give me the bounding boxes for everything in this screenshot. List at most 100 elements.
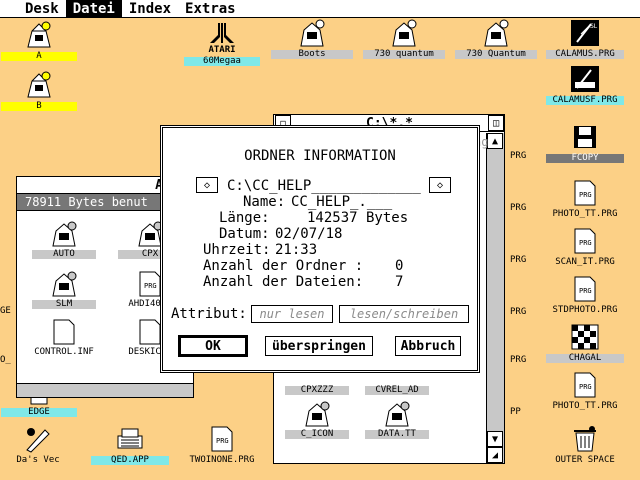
partial-label: PRG <box>510 355 527 365</box>
atari-logo-text: ATARI <box>208 45 236 55</box>
drive-b-label: B <box>1 102 77 111</box>
cancel-button[interactable]: Abbruch <box>395 336 461 356</box>
attr-readwrite-option[interactable]: lesen/schreiben <box>339 305 469 323</box>
qed-app-icon[interactable]: QED.APP <box>90 424 170 465</box>
floppy-drive-icon <box>22 20 56 50</box>
checkered-icon <box>568 322 602 352</box>
drive-c-icon[interactable]: Boots <box>270 18 354 59</box>
file-label: C_ICON <box>285 430 349 439</box>
file-item[interactable]: C_ICON <box>282 399 352 439</box>
files-label: Anzahl der Dateien: <box>203 274 364 290</box>
size-label: Länge: <box>219 210 270 226</box>
time-value: 21:33 <box>275 242 318 258</box>
ok-button[interactable]: OK <box>178 335 248 357</box>
svg-text:PRG: PRG <box>579 191 592 199</box>
arrow-right-icon[interactable]: ◇ <box>429 177 451 193</box>
partial-label: PRG <box>510 203 527 213</box>
pen-tool-icon <box>21 424 55 454</box>
scroll-up-icon[interactable]: ▲ <box>487 133 503 149</box>
arrow-left-icon[interactable]: ◇ <box>196 177 218 193</box>
stdphoto-icon[interactable]: PRG STDPHOTO.PRG <box>545 274 625 315</box>
scroll-down-icon[interactable]: ▼ <box>487 431 503 447</box>
file-item[interactable]: CPXZZZ <box>282 377 352 395</box>
typewriter-icon <box>113 424 147 454</box>
fcopy-icon[interactable]: FCOPY <box>545 122 625 163</box>
folder-icon <box>300 399 334 429</box>
program-file-icon: PRG <box>568 178 602 208</box>
svg-text:PRG: PRG <box>579 383 592 391</box>
das-vec-label: Da's Vec <box>16 455 60 465</box>
calamusf-label: CALAMUSF.PRG <box>546 96 624 105</box>
scan-it-label: SCAN_IT.PRG <box>555 257 615 267</box>
drive-a-hscrollbar[interactable] <box>17 383 193 397</box>
atari-disk-label: 60Megaa <box>184 57 260 66</box>
drive-c-label: Boots <box>271 50 353 59</box>
calamus-label: CALAMUS.PRG <box>546 50 624 59</box>
menu-index[interactable]: Index <box>122 0 178 18</box>
outer-space-label: OUTER SPACE <box>546 456 624 465</box>
partial-label: PRG <box>510 151 527 161</box>
folder-icon <box>300 377 334 385</box>
file-item[interactable]: CONTROL.INF <box>29 317 99 357</box>
calamusf-program-icon[interactable]: CALAMUSF.PRG <box>545 64 625 105</box>
twoinone-icon[interactable]: PRG TWOINONE.PRG <box>180 424 264 465</box>
chagal-icon[interactable]: CHAGAL <box>545 322 625 363</box>
file-label: CONTROL.INF <box>34 347 94 357</box>
drive-d-icon[interactable]: 730 quantum <box>362 18 446 59</box>
skip-button[interactable]: überspringen <box>265 336 373 356</box>
menu-bar: Desk Datei Index Extras <box>0 0 640 18</box>
menu-desk[interactable]: Desk <box>18 0 66 18</box>
folder-item[interactable]: AUTO <box>29 219 99 259</box>
file-item[interactable]: CVREL_AD <box>362 377 432 395</box>
attr-readonly-option[interactable]: nur lesen <box>251 305 333 323</box>
calamus-program-icon[interactable]: SL CALAMUS.PRG <box>545 18 625 59</box>
drive-e-label: 730 Quantum <box>455 50 537 59</box>
file-label: CVREL_AD <box>365 386 429 395</box>
drive-c-vscrollbar[interactable]: ▲ ▼ ◢ <box>486 133 504 463</box>
photo-tt2-label: PHOTO_TT.PRG <box>552 401 618 411</box>
program-file-icon: PRG <box>568 370 602 400</box>
path-field[interactable]: C:\CC_HELP_____________ <box>227 178 421 194</box>
floppy-drive-icon <box>22 70 56 100</box>
hard-drive-icon <box>479 18 513 48</box>
stdphoto-label: STDPHOTO.PRG <box>552 305 618 315</box>
drive-a-label: A <box>1 52 77 61</box>
atari-disk-icon[interactable]: ATARI 60Megaa <box>182 20 262 66</box>
folder-label: SLM <box>32 300 96 309</box>
date-value: 02/07/18 <box>275 226 343 242</box>
edge-label: EDGE <box>1 408 77 417</box>
outer-space-icon[interactable]: OUTER SPACE <box>545 424 625 465</box>
partial-label: PRG <box>510 255 527 265</box>
partial-label-o: O_ <box>0 355 11 365</box>
file-label: CPXZZZ <box>285 386 349 395</box>
partial-label: PRG <box>510 307 527 317</box>
fuller-box-icon[interactable]: ◫ <box>488 115 504 131</box>
name-field[interactable]: CC_HELP_.___ <box>291 194 392 210</box>
photo-tt2-icon[interactable]: PRG PHOTO_TT.PRG <box>545 370 625 411</box>
drive-e-icon[interactable]: 730 Quantum <box>454 18 538 59</box>
folder-icon <box>47 269 81 299</box>
quill-icon: SL <box>568 18 602 48</box>
chagal-label: CHAGAL <box>546 354 624 363</box>
photo-tt-icon[interactable]: PRG PHOTO_TT.PRG <box>545 178 625 219</box>
partial-label-ge: GE <box>0 306 11 316</box>
date-label: Datum: <box>219 226 270 242</box>
files-value: 7 <box>395 274 404 290</box>
folder-icon <box>380 377 414 385</box>
fcopy-label: FCOPY <box>546 154 624 163</box>
resize-box-icon[interactable]: ◢ <box>487 447 503 463</box>
scan-it-icon[interactable]: PRG SCAN_IT.PRG <box>545 226 625 267</box>
file-item[interactable]: DATA.TT <box>362 399 432 439</box>
menu-datei[interactable]: Datei <box>65 0 122 18</box>
das-vec-icon[interactable]: Da's Vec <box>2 424 74 465</box>
svg-text:PRG: PRG <box>579 287 592 295</box>
drive-a-icon[interactable]: A <box>0 20 78 61</box>
floppy-disk-icon <box>568 122 602 152</box>
folder-item[interactable]: SLM <box>29 269 99 309</box>
drive-b-icon[interactable]: B <box>0 70 78 111</box>
menu-extras[interactable]: Extras <box>178 0 243 18</box>
folder-info-dialog: ORDNER INFORMATION ◇ C:\CC_HELP_________… <box>162 127 478 371</box>
program-file-icon: PRG <box>568 226 602 256</box>
folder-label: AUTO <box>32 250 96 259</box>
size-value: 142537 Bytes <box>307 210 409 226</box>
